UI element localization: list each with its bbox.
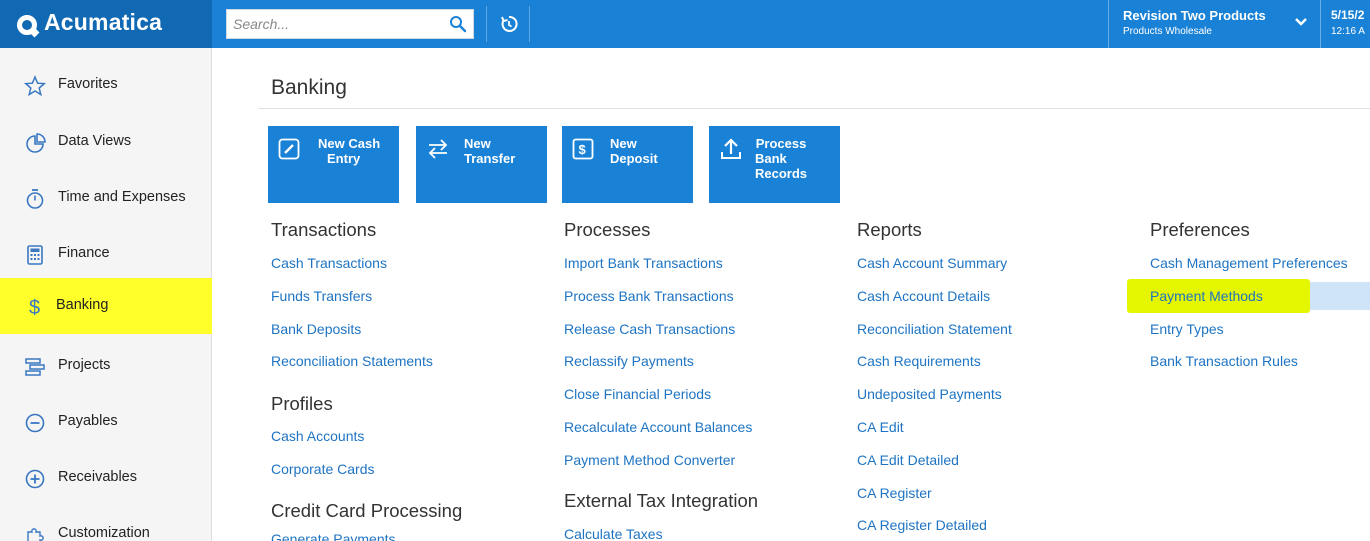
payment-methods-link[interactable]: Payment Methods (1150, 288, 1263, 304)
reclassify-payments-link[interactable]: Reclassify Payments (564, 353, 694, 369)
new-transfer-tile[interactable]: New Transfer (416, 126, 547, 203)
ca-register-detailed-link[interactable]: CA Register Detailed (857, 517, 987, 533)
calculate-taxes-link[interactable]: Calculate Taxes (564, 526, 663, 541)
pencil-icon (278, 138, 300, 160)
date-time[interactable]: 5/15/2 12:16 A (1320, 0, 1370, 48)
profiles-heading: Profiles (271, 393, 333, 414)
credit-card-processing-heading: Credit Card Processing (271, 500, 463, 521)
title-divider (258, 108, 1370, 109)
cash-management-preferences-link[interactable]: Cash Management Preferences (1150, 255, 1348, 271)
cash-requirements-link[interactable]: Cash Requirements (857, 353, 981, 369)
bank-transaction-rules-link[interactable]: Bank Transaction Rules (1150, 353, 1298, 369)
reconciliation-statements-link[interactable]: Reconciliation Statements (271, 353, 433, 369)
current-date: 5/15/2 (1331, 8, 1365, 22)
release-cash-transactions-link[interactable]: Release Cash Transactions (564, 321, 735, 337)
payment-method-converter-link[interactable]: Payment Method Converter (564, 452, 735, 468)
search-input[interactable] (227, 10, 447, 38)
chevron-down-icon (1295, 18, 1307, 26)
transactions-heading: Transactions (271, 219, 377, 240)
puzzle-icon (27, 528, 44, 541)
top-bar: Acumatica Revision Two Products Products… (0, 0, 1370, 48)
search-box[interactable] (226, 9, 474, 39)
processes-heading: Processes (564, 219, 651, 240)
recalculate-account-balances-link[interactable]: Recalculate Account Balances (564, 419, 752, 435)
sidebar-item-receivables[interactable]: Receivables (0, 450, 212, 506)
star-icon (24, 75, 46, 97)
funds-transfers-link[interactable]: Funds Transfers (271, 288, 372, 304)
cash-transactions-link[interactable]: Cash Transactions (271, 255, 387, 271)
sidebar: Favorites Data Views Time and Expenses F… (0, 48, 212, 541)
ca-edit-detailed-link[interactable]: CA Edit Detailed (857, 452, 959, 468)
preferences-heading: Preferences (1150, 219, 1250, 240)
external-tax-integration-heading: External Tax Integration (564, 490, 759, 511)
plus-circle-icon (25, 469, 45, 489)
sidebar-item-time-and-expenses[interactable]: Time and Expenses (0, 170, 212, 226)
deposit-icon: $ (572, 138, 594, 160)
upload-icon (721, 138, 741, 159)
bank-deposits-link[interactable]: Bank Deposits (271, 321, 361, 337)
corporate-cards-link[interactable]: Corporate Cards (271, 461, 375, 477)
calculator-icon (27, 245, 43, 265)
company-selector[interactable]: Revision Two Products Products Wholesale (1108, 0, 1320, 48)
ca-edit-link[interactable]: CA Edit (857, 419, 904, 435)
sidebar-item-payables[interactable]: Payables (0, 394, 212, 450)
stopwatch-icon (26, 189, 44, 209)
sidebar-item-customization[interactable]: Customization (0, 506, 212, 541)
logo-text: Acumatica (44, 9, 163, 35)
generate-payments-link[interactable]: Generate Payments (271, 531, 396, 541)
transfer-arrows-icon (428, 139, 448, 159)
reconciliation-statement-link[interactable]: Reconciliation Statement (857, 321, 1012, 337)
dollar-icon: $ (29, 297, 40, 318)
sidebar-item-banking[interactable]: $ Banking (0, 278, 212, 334)
company-branch: Products Wholesale (1123, 26, 1212, 37)
import-bank-transactions-link[interactable]: Import Bank Transactions (564, 255, 723, 271)
sidebar-item-data-views[interactable]: Data Views (0, 114, 212, 170)
current-time: 12:16 A (1331, 26, 1365, 37)
history-icon (501, 15, 518, 32)
new-cash-entry-tile[interactable]: New Cash Entry (268, 126, 399, 203)
ca-register-link[interactable]: CA Register (857, 485, 932, 501)
new-deposit-tile[interactable]: $ New Deposit (562, 126, 693, 203)
process-bank-transactions-link[interactable]: Process Bank Transactions (564, 288, 734, 304)
search-icon[interactable] (449, 15, 467, 33)
svg-text:$: $ (29, 297, 40, 318)
acumatica-logo-icon (17, 15, 37, 35)
projects-icon (25, 358, 45, 376)
svg-text:$: $ (579, 142, 587, 157)
cash-accounts-link[interactable]: Cash Accounts (271, 428, 364, 444)
logo[interactable]: Acumatica (0, 0, 212, 48)
history-button[interactable] (486, 6, 530, 42)
selection-indicator (1310, 282, 1370, 310)
pie-chart-icon (26, 133, 46, 153)
entry-types-link[interactable]: Entry Types (1150, 321, 1224, 337)
undeposited-payments-link[interactable]: Undeposited Payments (857, 386, 1002, 402)
cash-account-details-link[interactable]: Cash Account Details (857, 288, 990, 304)
reports-heading: Reports (857, 219, 922, 240)
company-name: Revision Two Products (1123, 8, 1266, 23)
minus-circle-icon (25, 413, 45, 433)
close-financial-periods-link[interactable]: Close Financial Periods (564, 386, 711, 402)
page-title: Banking (271, 76, 347, 99)
process-bank-records-tile[interactable]: Process Bank Records (709, 126, 840, 203)
sidebar-item-finance[interactable]: Finance (0, 226, 212, 282)
cash-account-summary-link[interactable]: Cash Account Summary (857, 255, 1007, 271)
sidebar-item-favorites[interactable]: Favorites (0, 57, 212, 113)
sidebar-item-projects[interactable]: Projects (0, 338, 212, 394)
